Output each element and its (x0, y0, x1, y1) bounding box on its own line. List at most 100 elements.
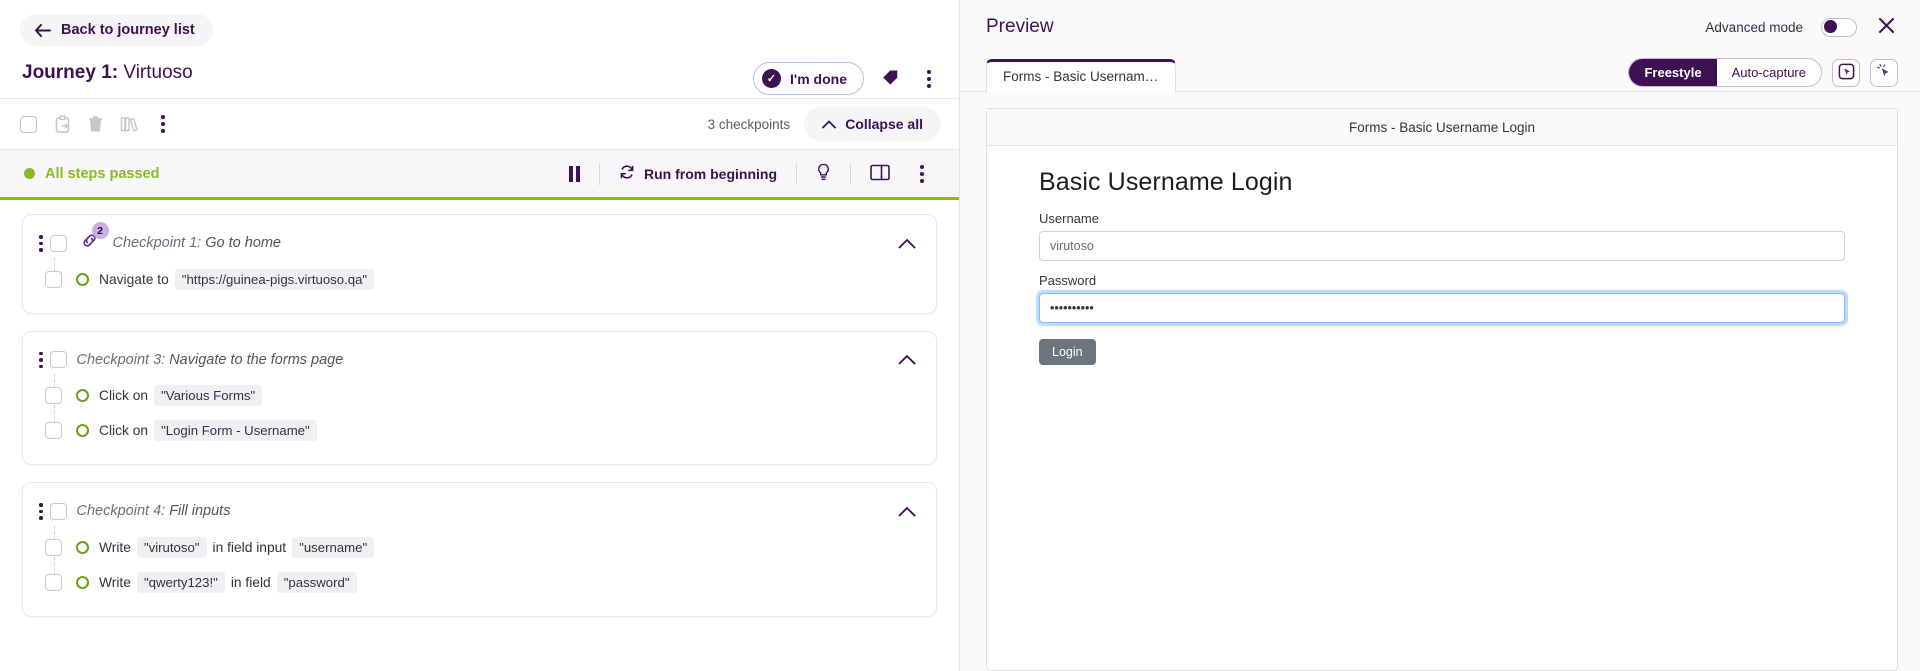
split-view-button[interactable] (859, 158, 901, 190)
toolbar-right: 3 checkpoints Collapse all (708, 107, 941, 141)
checkpoint-link-indicator[interactable]: 2 (80, 231, 99, 255)
step-row[interactable]: Write "virutoso" in field input "usernam… (23, 530, 936, 565)
checkpoint-collapse-button[interactable] (894, 350, 920, 369)
checkpoint-card: Checkpoint 3: Navigate to the forms page… (22, 331, 937, 466)
step-text: Navigate to "https://guinea-pigs.virtuos… (99, 269, 374, 290)
hints-button[interactable] (805, 157, 842, 190)
back-row: Back to journey list (0, 0, 959, 46)
close-icon (1877, 16, 1896, 38)
preview-header: Preview Advanced mode (960, 0, 1920, 54)
checkpoint-collapse-button[interactable] (894, 234, 920, 253)
divider (599, 163, 600, 185)
mode-freestyle-button[interactable]: Freestyle (1629, 59, 1716, 86)
checkpoint-count: 3 checkpoints (708, 117, 791, 132)
journey-more-menu-button[interactable] (917, 66, 941, 92)
pause-icon (569, 166, 580, 182)
checkpoint-header: 2 Checkpoint 1: Go to home (23, 215, 936, 262)
checkpoint-label: Checkpoint 1: (113, 235, 202, 251)
pause-button[interactable] (558, 160, 591, 188)
checkpoint-collapse-button[interactable] (894, 502, 920, 521)
checkpoint-checkbox[interactable] (50, 503, 67, 520)
checkpoint-checkbox[interactable] (50, 351, 67, 368)
step-action: Navigate to (99, 272, 169, 287)
rendered-page: Basic Username Login Username Password L… (987, 146, 1897, 365)
journey-actions: ✓ I'm done (753, 62, 941, 95)
preview-tabbar: Forms - Basic Username... Freestyle Auto… (960, 54, 1920, 92)
step-text: Click on "Login Form - Username" (99, 420, 317, 441)
selection-toolbar-icons (20, 113, 171, 135)
username-input[interactable] (1039, 231, 1845, 261)
checkpoint-name: Go to home (205, 235, 281, 251)
step-chip: "Login Form - Username" (154, 420, 317, 441)
capture-mode-segmented-control: Freestyle Auto-capture (1628, 58, 1822, 87)
checkpoint-title: Checkpoint 4: Fill inputs (77, 503, 231, 519)
close-preview-button[interactable] (1875, 14, 1898, 40)
library-icon[interactable] (120, 115, 138, 133)
browser-page-title: Forms - Basic Username Login (987, 109, 1897, 146)
run-status-bar: All steps passed Run from beginning (0, 150, 959, 200)
step-row[interactable]: Click on "Login Form - Username" (23, 413, 936, 448)
step-text: Write "virutoso" in field input "usernam… (99, 537, 374, 558)
click-action-button[interactable] (1870, 59, 1898, 87)
page-heading: Basic Username Login (1039, 168, 1845, 197)
checkpoint-checkbox[interactable] (50, 235, 67, 252)
selection-more-menu-button[interactable] (155, 113, 171, 135)
checkpoint-label: Checkpoint 3: (77, 352, 166, 368)
tab-forms-basic-username[interactable]: Forms - Basic Username... (986, 59, 1176, 92)
select-all-checkbox[interactable] (20, 116, 37, 133)
checkpoint-header: Checkpoint 4: Fill inputs (23, 483, 936, 530)
checkpoint-more-menu-button[interactable] (37, 348, 50, 373)
step-row[interactable]: Write "qwerty123!" in field "password" (23, 565, 936, 600)
step-chip: "https://guinea-pigs.virtuoso.qa" (175, 269, 374, 290)
advanced-mode-label: Advanced mode (1705, 20, 1803, 35)
step-row[interactable]: Click on "Various Forms" (23, 378, 936, 413)
password-input[interactable] (1039, 293, 1845, 323)
checkpoint-title: Checkpoint 1: Go to home (113, 235, 281, 251)
chevron-up-icon (822, 116, 836, 132)
checkpoint-steps: Click on "Various Forms" Click on "Login… (23, 378, 936, 464)
checkpoint-more-menu-button[interactable] (37, 231, 50, 256)
back-to-journey-list-button[interactable]: Back to journey list (20, 14, 213, 46)
checkpoint-steps: Write "virutoso" in field input "usernam… (23, 530, 936, 616)
lightbulb-icon (816, 163, 831, 184)
status-dot-icon (24, 168, 35, 179)
step-action: Click on (99, 388, 148, 403)
step-action: Click on (99, 423, 148, 438)
preview-header-controls: Advanced mode (1705, 14, 1898, 40)
selection-toolbar: 3 checkpoints Collapse all (0, 98, 959, 150)
check-circle-icon: ✓ (762, 69, 781, 88)
app-root: Back to journey list Journey 1: Virtuoso… (0, 0, 1920, 671)
step-checkbox[interactable] (45, 539, 62, 556)
checkpoint-card: 2 Checkpoint 1: Go to home (22, 214, 937, 314)
tag-button[interactable] (878, 67, 903, 91)
run-from-beginning-button[interactable]: Run from beginning (608, 158, 788, 189)
tag-icon (882, 69, 899, 89)
step-row[interactable]: Navigate to "https://guinea-pigs.virtuos… (23, 262, 936, 297)
mode-autocapture-button[interactable]: Auto-capture (1717, 59, 1821, 86)
paste-icon[interactable] (54, 115, 71, 134)
run-controls: Run from beginning (558, 157, 941, 191)
step-status-passed-icon (76, 389, 89, 402)
preview-body: Forms - Basic Username Login Basic Usern… (960, 92, 1920, 671)
advanced-mode-toggle[interactable] (1821, 18, 1857, 37)
step-chip: "password" (277, 572, 357, 593)
step-action: Write (99, 540, 131, 555)
step-checkbox[interactable] (45, 422, 62, 439)
login-button[interactable]: Login (1039, 339, 1096, 365)
username-label: Username (1039, 211, 1845, 226)
step-checkbox[interactable] (45, 271, 62, 288)
checkpoint-label: Checkpoint 4: (77, 503, 166, 519)
step-action: Write (99, 575, 131, 590)
status-badge: All steps passed (45, 166, 159, 182)
checkpoint-more-menu-button[interactable] (37, 499, 50, 524)
select-element-button[interactable] (1832, 59, 1860, 87)
delete-icon[interactable] (88, 115, 103, 133)
collapse-all-button[interactable]: Collapse all (804, 107, 941, 141)
step-checkbox[interactable] (45, 387, 62, 404)
preview-title: Preview (986, 16, 1054, 38)
im-done-button[interactable]: ✓ I'm done (753, 62, 864, 95)
run-more-menu-button[interactable] (903, 157, 941, 191)
step-checkbox[interactable] (45, 574, 62, 591)
step-status-passed-icon (76, 541, 89, 554)
step-connector: in field input (213, 540, 287, 555)
